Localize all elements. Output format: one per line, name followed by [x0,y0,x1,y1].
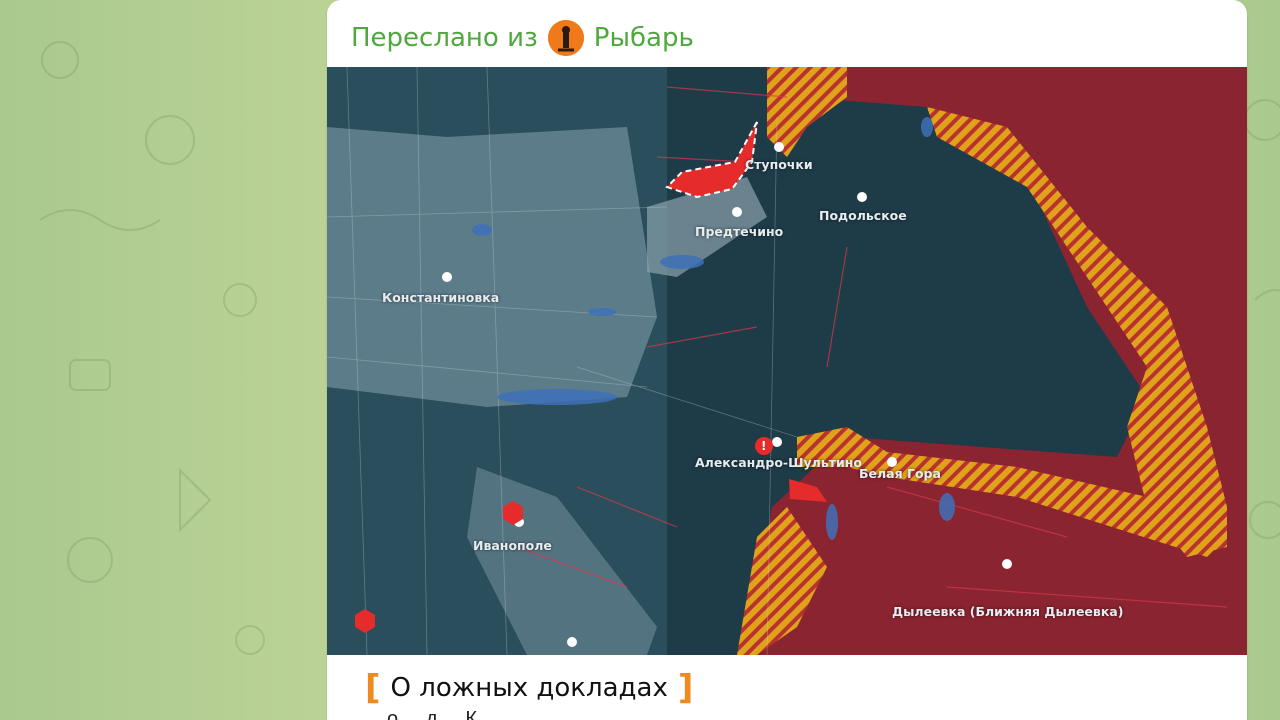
post-body-partial: о ... д ... К ... ... [387,708,522,720]
map-label-ivanopole: Иванополе [473,538,552,553]
post-title: О ложных докладах [390,673,668,703]
channel-avatar[interactable] [547,20,584,56]
front-line-map [327,67,1247,655]
message-bubble: Переслано из Рыбарь Ступочки Подольское … [327,0,1247,720]
forwarded-header[interactable]: Переслано из Рыбарь [351,18,694,58]
channel-name[interactable]: Рыбарь [594,23,694,53]
map-label-aleksandro-shultino: Александро-Шультино [695,455,862,470]
map-label-belaya-gora: Белая Гора [859,466,941,481]
map-label-predtechino: Предтечино [695,224,784,239]
map-label-stupochki: Ступочки [745,157,813,172]
map-image[interactable]: Ступочки Подольское Предтечино Константи… [327,67,1247,655]
post-title-row: [ О ложных докладах ] [365,668,693,708]
map-label-podolskoe: Подольское [819,208,907,223]
alert-icon: ! [761,439,767,453]
right-bracket-icon: ] [677,668,694,708]
left-bracket-icon: [ [365,668,381,708]
fisherman-icon [547,20,584,56]
map-label-dyleevka: Дылеевка (Ближняя Дылеевка) [892,604,1124,619]
forwarded-prefix: Переслано из [351,23,538,53]
map-label-konstantinovka: Константиновка [382,290,500,305]
